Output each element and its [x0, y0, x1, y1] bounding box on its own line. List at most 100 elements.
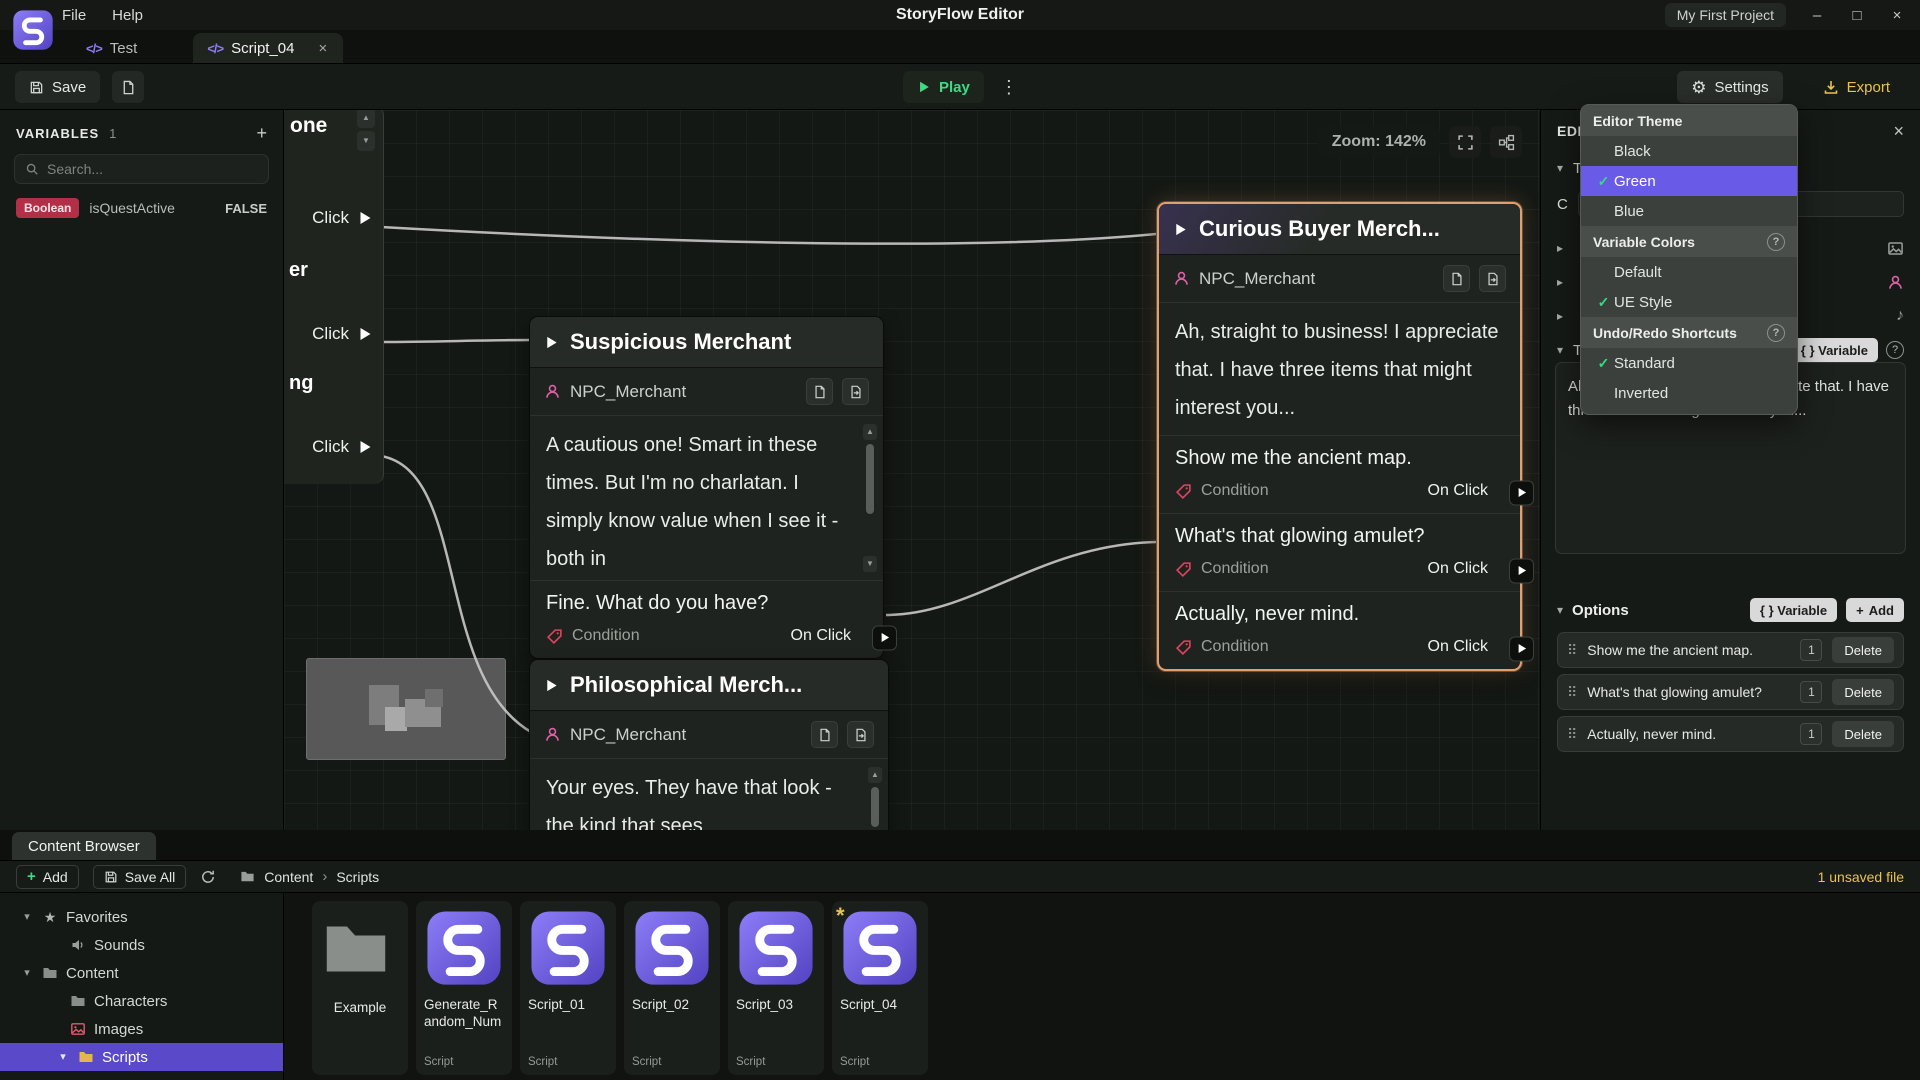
condition-row[interactable]: Condition On Click	[530, 617, 883, 658]
play-button[interactable]: Play	[903, 71, 984, 103]
play-pin-icon[interactable]	[357, 326, 373, 342]
menu-item-black[interactable]: Black	[1581, 136, 1797, 166]
settings-button[interactable]: ⚙ Settings	[1677, 71, 1782, 103]
tab-test[interactable]: </> Test	[72, 33, 151, 63]
script-button[interactable]	[1443, 265, 1470, 292]
add-variable-button[interactable]: +	[256, 124, 267, 142]
play-pin-icon[interactable]	[357, 210, 373, 226]
save-button[interactable]: Save	[15, 71, 100, 103]
script-export-button[interactable]	[1479, 265, 1506, 292]
option-group[interactable]: Fine. What do you have? Condition On Cli…	[530, 580, 883, 658]
dialogue-node-philosophical[interactable]: Philosophical Merch... NPC_Merchant Your…	[529, 659, 889, 830]
asset-card-example[interactable]: Example	[312, 901, 408, 1075]
dialogue-node-clipped[interactable]: one ▲ ▼ Click er Click ng Click	[284, 110, 384, 484]
scroll-down-button[interactable]: ▼	[863, 556, 877, 572]
node-graph-canvas[interactable]: one ▲ ▼ Click er Click ng Click	[284, 110, 1540, 830]
minimap[interactable]	[306, 658, 506, 760]
scroll-up-button[interactable]: ▲	[357, 110, 375, 128]
option-group[interactable]: Actually, never mind. Condition On Click	[1159, 591, 1520, 669]
menu-item-default[interactable]: Default	[1581, 257, 1797, 287]
condition-row[interactable]: Condition On Click	[1159, 550, 1520, 591]
option-group[interactable]: What's that glowing amulet? Condition On…	[1159, 513, 1520, 591]
on-click-pin[interactable]	[872, 625, 897, 650]
help-icon[interactable]: ?	[1767, 233, 1785, 251]
more-options-button[interactable]: ⋮	[998, 71, 1020, 103]
option-group[interactable]: Show me the ancient map. Condition On Cl…	[1159, 435, 1520, 513]
delete-option-button[interactable]: Delete	[1832, 679, 1894, 705]
dialogue-node-curious-buyer[interactable]: Curious Buyer Merch... NPC_Merchant Ah, …	[1157, 202, 1522, 671]
script-button[interactable]	[811, 721, 838, 748]
variables-search-input[interactable]: Search...	[14, 154, 269, 184]
help-icon[interactable]: ?	[1767, 324, 1785, 342]
on-click-pin-row[interactable]: Click	[284, 208, 383, 228]
node-header[interactable]: Suspicious Merchant	[530, 317, 883, 368]
option-list-item[interactable]: ⠿ Show me the ancient map. 1 Delete	[1557, 632, 1904, 668]
node-header[interactable]: Curious Buyer Merch...	[1159, 204, 1520, 255]
on-click-pin[interactable]	[1509, 558, 1534, 583]
option-list-item[interactable]: ⠿ What's that glowing amulet? 1 Delete	[1557, 674, 1904, 710]
graph-layout-button[interactable]	[1490, 126, 1522, 158]
drag-handle-icon[interactable]: ⠿	[1567, 727, 1577, 741]
menu-item-green[interactable]: ✓Green	[1581, 166, 1797, 196]
insert-variable-button[interactable]: { } Variable	[1791, 338, 1878, 362]
condition-row[interactable]: Condition On Click	[1159, 472, 1520, 513]
menu-item-ue-style[interactable]: ✓UE Style	[1581, 287, 1797, 317]
asset-card-generate-random-number[interactable]: Generate_Random_Number Script	[416, 901, 512, 1075]
minimize-button[interactable]: –	[1808, 8, 1826, 23]
scrollbar-thumb[interactable]	[871, 787, 879, 827]
tab-script-04[interactable]: </> Script_04 ×	[193, 33, 343, 63]
script-export-button[interactable]	[842, 378, 869, 405]
tree-item-scripts[interactable]: ▾ Scripts	[0, 1043, 283, 1071]
condition-label[interactable]: Condition	[572, 627, 782, 645]
project-name[interactable]: My First Project	[1665, 3, 1786, 27]
script-button[interactable]	[806, 378, 833, 405]
variable-row[interactable]: Boolean isQuestActive FALSE	[16, 198, 267, 218]
asset-card-script-02[interactable]: Script_02 Script	[624, 901, 720, 1075]
breadcrumb-content[interactable]: Content	[264, 869, 313, 885]
node-header[interactable]: Philosophical Merch...	[530, 660, 888, 711]
refresh-button[interactable]	[200, 869, 216, 885]
node-scrollbar[interactable]: ▲ ▼	[863, 424, 877, 572]
content-browser-tab[interactable]: Content Browser	[12, 832, 156, 860]
on-click-pin-row[interactable]: Click	[284, 324, 383, 344]
fit-view-button[interactable]	[1449, 126, 1481, 158]
tree-item-characters[interactable]: Characters	[0, 987, 283, 1015]
scrollbar-thumb[interactable]	[866, 444, 874, 514]
add-option-button[interactable]: +Add	[1846, 598, 1904, 622]
on-click-pin[interactable]	[1509, 636, 1534, 661]
breadcrumb-scripts[interactable]: Scripts	[336, 869, 379, 885]
menu-item-standard[interactable]: ✓Standard	[1581, 348, 1797, 378]
option-list-item[interactable]: ⠿ Actually, never mind. 1 Delete	[1557, 716, 1904, 752]
maximize-button[interactable]: □	[1848, 8, 1866, 23]
asset-card-script-04[interactable]: * Script_04 Script	[832, 901, 928, 1075]
condition-label[interactable]: Condition	[1201, 560, 1419, 578]
delete-option-button[interactable]: Delete	[1832, 721, 1894, 747]
menu-item-inverted[interactable]: Inverted	[1581, 378, 1797, 408]
asset-card-script-01[interactable]: Script_01 Script	[520, 901, 616, 1075]
scroll-up-button[interactable]: ▲	[863, 424, 877, 440]
on-click-pin[interactable]	[1509, 480, 1534, 505]
tree-item-sounds[interactable]: Sounds	[0, 931, 283, 959]
play-pin-icon[interactable]	[357, 439, 373, 455]
dialogue-body[interactable]: Ah, straight to business! I appreciate t…	[1159, 303, 1520, 435]
tree-item-favorites[interactable]: ▾ ★ Favorites	[0, 903, 283, 931]
menu-item-blue[interactable]: Blue	[1581, 196, 1797, 226]
close-tab-icon[interactable]: ×	[318, 41, 327, 56]
script-file-button[interactable]	[112, 71, 144, 103]
node-scrollbar[interactable]: ▲	[868, 767, 882, 830]
drag-handle-icon[interactable]: ⠿	[1567, 685, 1577, 699]
insert-variable-button[interactable]: { } Variable	[1750, 598, 1837, 622]
variable-value[interactable]: FALSE	[225, 201, 267, 216]
export-button[interactable]: Export	[1809, 71, 1904, 103]
asset-card-script-03[interactable]: Script_03 Script	[728, 901, 824, 1075]
add-asset-button[interactable]: + Add	[16, 865, 79, 889]
on-click-pin-row[interactable]: Click	[284, 437, 383, 457]
condition-label[interactable]: Condition	[1201, 482, 1419, 500]
scroll-up-button[interactable]: ▲	[868, 767, 882, 783]
scroll-down-button[interactable]: ▼	[357, 131, 375, 151]
dialogue-body[interactable]: Your eyes. They have that look - the kin…	[530, 759, 888, 830]
tree-item-content[interactable]: ▾ Content	[0, 959, 283, 987]
save-all-button[interactable]: Save All	[93, 865, 187, 889]
script-export-button[interactable]	[847, 721, 874, 748]
help-icon[interactable]: ?	[1886, 341, 1904, 359]
